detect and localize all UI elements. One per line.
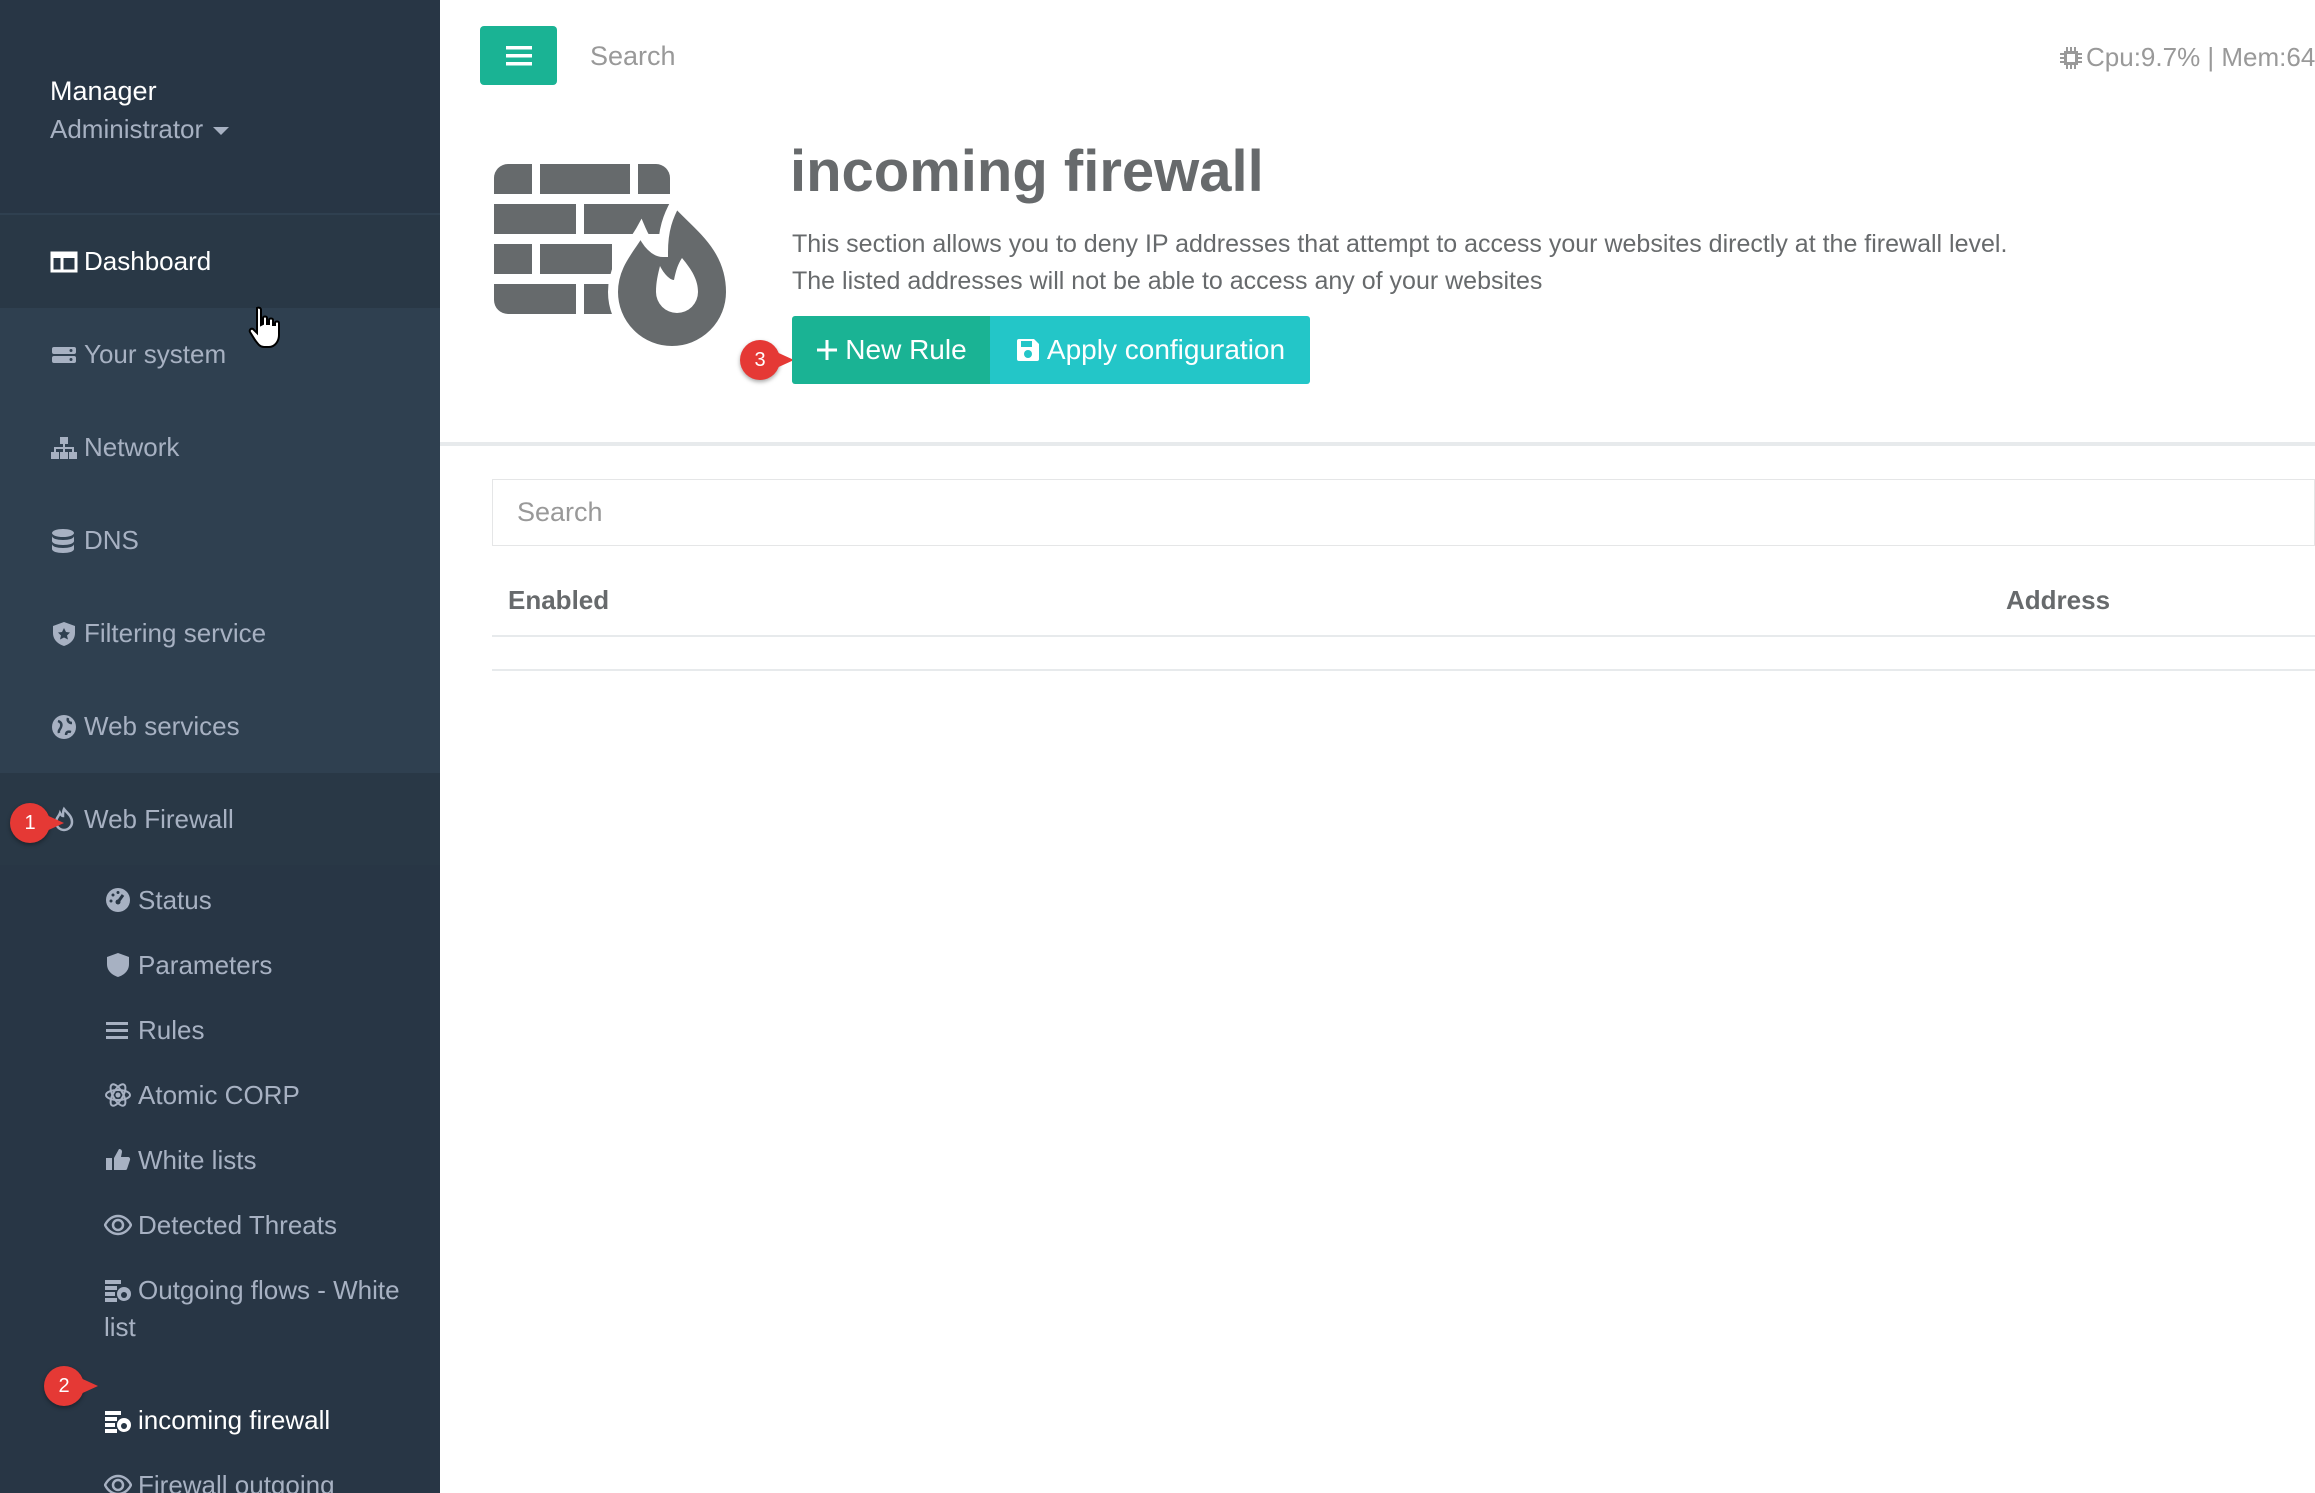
shield-star-icon [53,621,75,646]
nav-label-web-firewall: Web Firewall [84,804,234,834]
sub-label-firewall-outgoing: Firewall outgoing [138,1470,335,1493]
sub-item-incoming-firewall[interactable]: incoming firewall [104,1402,424,1439]
sub-item-detected-threats[interactable]: Detected Threats [104,1207,424,1244]
database-icon [52,528,74,553]
list-icon [106,1022,128,1039]
nav-item-web-firewall[interactable]: Web Firewall [0,773,440,866]
sub-label-outgoing-white-list: Outgoing flows - White list [104,1275,400,1342]
sub-item-rules[interactable]: Rules [104,1012,424,1049]
column-header-address[interactable]: Address [2006,585,2110,616]
apply-configuration-button[interactable]: Apply configuration [990,316,1310,384]
nav-item-filtering-service[interactable]: Filtering service [0,587,440,680]
page-description: This section allows you to deny IP addre… [792,226,2007,300]
profile-panel: Manager Administrator [0,0,440,213]
sub-item-firewall-outgoing[interactable]: Firewall outgoing [104,1467,424,1493]
nav-item-web-services[interactable]: Web services [0,680,440,773]
sub-item-outgoing-white-list[interactable]: Outgoing flows - White list [104,1272,424,1346]
sub-label-white-lists: White lists [138,1145,257,1175]
sidebar-toggle-button[interactable] [480,26,557,85]
new-rule-label: New Rule [845,334,967,365]
profile-role-label: Administrator [50,114,204,144]
nav-item-dashboard[interactable]: Dashboard [0,215,440,308]
sub-label-detected-threats: Detected Threats [138,1210,337,1240]
firewall-fire-icon [494,164,737,356]
system-stats: Cpu:9.7% | Mem:64. [2058,42,2315,73]
hand-cursor-icon [248,306,280,348]
stats-text: Cpu:9.7% | Mem:64. [2086,42,2315,72]
menu-icon [505,45,532,65]
nav-label-dns: DNS [84,525,139,555]
shield-icon [107,953,129,977]
nav-label-your-system: Your system [84,339,227,369]
nav-label-filtering-service: Filtering service [84,618,267,648]
nav-item-dns[interactable]: DNS [0,494,440,587]
plus-icon [817,340,838,360]
sub-label-atomic-corp: Atomic CORP [138,1080,300,1110]
description-line-2: The listed addresses will not be able to… [792,267,1543,295]
sub-label-incoming-firewall: incoming firewall [138,1405,331,1435]
badge-pointer [42,813,64,833]
nav-item-your-system[interactable]: Your system [0,308,440,401]
firewall-icon [105,1280,131,1302]
tachometer-icon [106,888,130,912]
annotation-badge-2: 2 [44,1366,98,1406]
nav-label-web-services: Web services [84,711,240,741]
sidebar: Manager Administrator Dashboard Your sys… [0,0,440,1493]
firewall-icon [105,1411,131,1433]
description-line-1: This section allows you to deny IP addre… [792,230,2008,258]
server-icon [52,346,76,363]
badge-pointer [76,1376,98,1396]
top-search-input[interactable] [590,36,1090,76]
table-empty-row [492,669,2315,671]
thumbs-up-icon [106,1149,131,1170]
annotation-badge-3: 3 [740,340,794,380]
eye-icon [104,1474,132,1493]
new-rule-button[interactable]: New Rule [792,316,990,384]
profile-name: Manager [50,76,157,106]
eye-icon [104,1214,132,1236]
save-icon [1016,339,1039,361]
column-header-enabled[interactable]: Enabled [508,585,609,616]
sub-item-parameters[interactable]: Parameters [104,947,424,984]
atom-icon [105,1083,131,1107]
annotation-badge-1: 1 [10,803,64,843]
profile-role-dropdown[interactable]: Administrator [50,114,230,145]
table-header-border [492,635,2315,637]
nav-label-dashboard: Dashboard [84,246,212,276]
badge-pointer [772,350,794,370]
sitemap-icon [51,436,77,459]
nav-item-network[interactable]: Network [0,401,440,494]
globe-icon [52,714,76,739]
apply-configuration-label: Apply configuration [1046,334,1286,365]
sub-label-parameters: Parameters [138,950,273,980]
sub-label-status: Status [138,885,212,915]
sub-item-atomic-corp[interactable]: Atomic CORP [104,1077,424,1114]
sub-item-white-lists[interactable]: White lists [104,1142,424,1179]
page-title: incoming firewall [790,139,1264,204]
table-search-input[interactable] [492,479,2315,546]
dashboard-icon [50,251,78,272]
caret-down-icon [213,127,230,136]
sub-label-rules: Rules [138,1015,205,1045]
header-divider [440,442,2315,446]
microchip-icon [2060,46,2082,69]
nav-label-network: Network [84,432,180,462]
sub-item-status[interactable]: Status [104,882,424,919]
